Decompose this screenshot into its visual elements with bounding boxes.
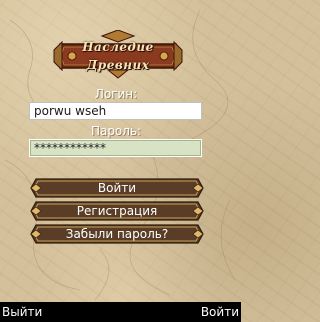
softkey-left-exit[interactable]: Выйти xyxy=(2,305,42,319)
forgot-password-button[interactable]: Забыли пароль? xyxy=(30,224,204,244)
softkey-right-login[interactable]: Войти xyxy=(201,305,239,319)
login-field[interactable]: porwu wseh xyxy=(29,102,202,120)
login-value: porwu wseh xyxy=(34,104,107,118)
password-label: Пароль: xyxy=(90,124,142,138)
register-button[interactable]: Регистрация xyxy=(30,201,204,221)
logo-title-line2: Древних xyxy=(86,58,150,72)
login-button[interactable]: Войти xyxy=(30,178,204,198)
password-value: ************ xyxy=(34,141,106,155)
register-button-label: Регистрация xyxy=(76,204,158,218)
logo-banner-icon xyxy=(53,29,183,79)
forgot-password-button-label: Забыли пароль? xyxy=(65,227,169,241)
login-button-label: Войти xyxy=(97,181,137,195)
login-label: Логин: xyxy=(94,87,138,101)
password-field[interactable]: ************ xyxy=(29,139,202,157)
logo-title-line1: Наследие xyxy=(82,40,154,54)
softkey-bar: Выйти Войти xyxy=(0,302,241,322)
game-logo: Наследие Древних xyxy=(52,29,184,82)
